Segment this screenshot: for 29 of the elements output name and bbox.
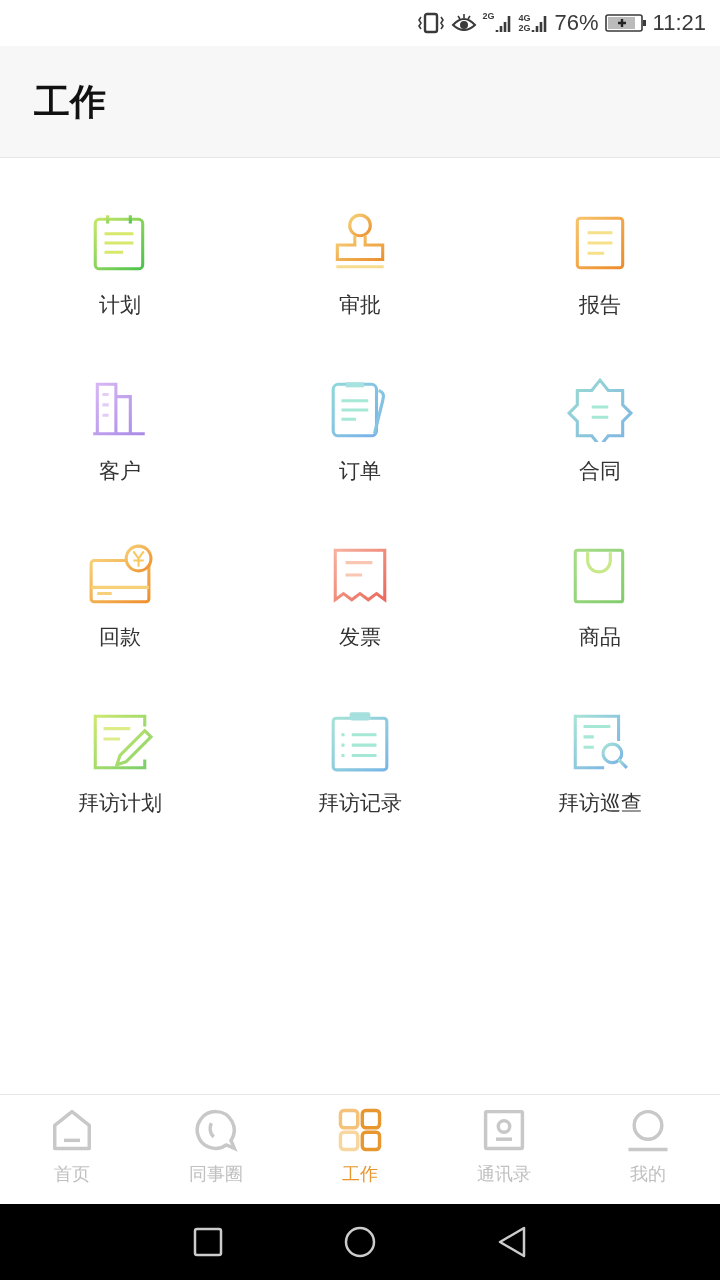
contact-card-icon: [481, 1107, 527, 1153]
back-icon[interactable]: [497, 1225, 527, 1259]
network-label: 2G: [482, 12, 495, 21]
app-tile[interactable]: 计划: [0, 210, 240, 318]
recents-icon[interactable]: [193, 1227, 223, 1257]
app-tile[interactable]: 回款: [0, 542, 240, 650]
app-tile[interactable]: 报告: [480, 210, 720, 318]
app-tile[interactable]: 拜访计划: [0, 708, 240, 816]
app-tile[interactable]: 订单: [240, 376, 480, 484]
app-tile[interactable]: 发票: [240, 542, 480, 650]
chat-bubble-icon: [193, 1107, 239, 1153]
network-label: 2G: [518, 23, 531, 33]
vibrate-icon: [416, 12, 445, 34]
app-tile[interactable]: 客户: [0, 376, 240, 484]
app-tile[interactable]: 商品: [480, 542, 720, 650]
app-tile[interactable]: 审批: [240, 210, 480, 318]
grid-icon: [337, 1107, 383, 1153]
eye-icon: [450, 12, 477, 34]
badge-icon: [567, 376, 633, 442]
home-button-icon[interactable]: [343, 1225, 377, 1259]
network-label: 4G: [518, 13, 531, 23]
profile-icon: [625, 1107, 671, 1153]
page-title: 工作: [34, 79, 106, 124]
app-tile[interactable]: 拜访巡查: [480, 708, 720, 816]
app-tile[interactable]: 合同: [480, 376, 720, 484]
battery-icon: [604, 13, 647, 33]
battery-percent: 76%: [554, 12, 599, 34]
app-tile[interactable]: 拜访记录: [240, 708, 480, 816]
clock-time: 11:21: [652, 12, 706, 34]
